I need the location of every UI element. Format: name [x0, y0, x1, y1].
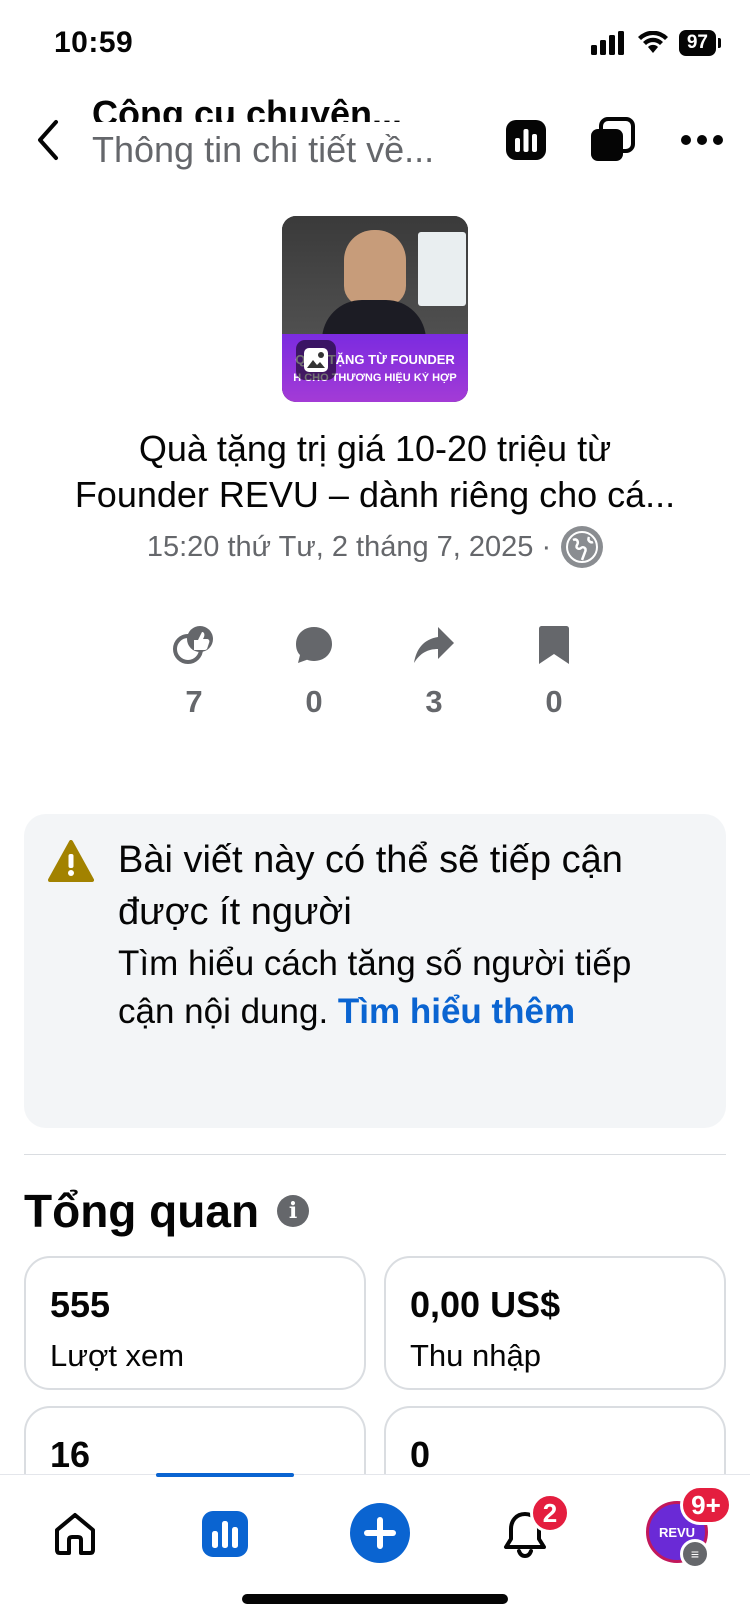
tab-create[interactable]: [340, 1493, 420, 1573]
more-button[interactable]: [674, 112, 730, 168]
thumbnail-person: [344, 230, 406, 306]
back-button[interactable]: [24, 110, 72, 170]
warning-icon: [48, 840, 94, 882]
comment-icon: [274, 620, 354, 670]
status-icons: 97: [590, 30, 722, 56]
image-type-icon: [296, 340, 336, 380]
home-icon: [55, 1513, 95, 1555]
thumbs-up-icon: [154, 620, 234, 670]
status-time: 10:59: [54, 26, 134, 59]
stat-reactions-value: 7: [185, 684, 203, 719]
wifi-icon: [637, 31, 668, 53]
metric-value: 555: [50, 1284, 111, 1325]
header-titles: Công cụ chuyên... Thông tin chi tiết về.…: [92, 90, 472, 180]
stat-comments-value: 0: [305, 684, 323, 719]
post-meta: 15:20 thứ Tư, 2 tháng 7, 2025 ·: [30, 526, 720, 568]
thumbnail-side-card: [418, 232, 466, 306]
bar-chart-icon: [202, 1511, 248, 1557]
post-title-line1: Quà tặng trị giá 10-20 triệu từ: [138, 428, 612, 469]
metric-label: Lượt xem: [50, 1338, 185, 1373]
header-title: Công cụ chuyên...: [92, 93, 403, 122]
tab-insights[interactable]: [190, 1499, 260, 1569]
battery-indicator: 97: [678, 30, 722, 56]
engagement-stats: 7 0 3 0: [0, 620, 750, 730]
stat-comments[interactable]: 0: [274, 620, 354, 730]
insights-button[interactable]: [498, 112, 554, 168]
stat-saves[interactable]: 0: [514, 620, 594, 730]
overview-heading: Tổng quan i: [24, 1184, 310, 1238]
stat-reactions[interactable]: 7: [154, 620, 234, 730]
metric-card-earnings[interactable]: 0,00 US$ Thu nhập: [384, 1256, 726, 1390]
reach-warning-card: Bài viết này có thể sẽ tiếp cận được ít …: [24, 814, 726, 1128]
plus-icon: [350, 1503, 410, 1563]
overview-title: Tổng quan: [24, 1185, 260, 1237]
more-horizontal-icon: [681, 135, 723, 145]
stat-shares-value: 3: [425, 684, 443, 719]
active-tab-indicator: [156, 1473, 294, 1477]
section-divider: [24, 1154, 726, 1155]
bookmark-icon: [514, 620, 594, 670]
home-indicator: [242, 1594, 508, 1604]
stat-shares[interactable]: 3: [394, 620, 474, 730]
metric-value: 0: [410, 1434, 431, 1475]
globe-icon: [561, 526, 604, 568]
post-title-line2: Founder REVU – dành riêng cho cá...: [74, 474, 676, 515]
metric-card-views[interactable]: 555 Lượt xem: [24, 1256, 366, 1390]
metric-label: Thu nhập: [410, 1338, 541, 1373]
tab-home[interactable]: [40, 1499, 110, 1569]
notice-title: Bài viết này có thể sẽ tiếp cận được ít …: [118, 839, 623, 933]
share-icon: [394, 620, 474, 670]
metric-value: 16: [50, 1434, 91, 1475]
header: Công cụ chuyên... Thông tin chi tiết về.…: [0, 90, 750, 200]
bar-chart-icon: [506, 120, 546, 160]
cellular-signal-icon: [590, 31, 624, 55]
post-thumbnail[interactable]: QUÀ TẶNG TỪ FOUNDER H CHO THƯƠNG HIỆU KÝ…: [282, 216, 468, 402]
stat-saves-value: 0: [545, 684, 563, 719]
post-timestamp: 15:20 thứ Tư, 2 tháng 7, 2025 ·: [146, 530, 552, 563]
info-icon[interactable]: i: [277, 1195, 310, 1227]
menu-count-badge: 9+: [680, 1485, 732, 1525]
copy-button[interactable]: [584, 112, 640, 168]
metric-value: 0,00 US$: [410, 1284, 561, 1325]
menu-icon: ≡: [680, 1539, 710, 1569]
post-title: Quà tặng trị giá 10-20 triệu từ Founder …: [30, 426, 720, 518]
notification-count-badge: 2: [530, 1493, 570, 1533]
status-bar: 10:59 97: [0, 0, 750, 90]
header-subtitle: Thông tin chi tiết về...: [92, 129, 435, 170]
copy-icon: [591, 117, 635, 161]
learn-more-link[interactable]: Tìm hiểu thêm: [338, 992, 575, 1031]
chevron-left-icon: [38, 120, 58, 160]
notice-body: Tìm hiểu cách tăng số người tiếp cận nội…: [118, 940, 678, 1036]
